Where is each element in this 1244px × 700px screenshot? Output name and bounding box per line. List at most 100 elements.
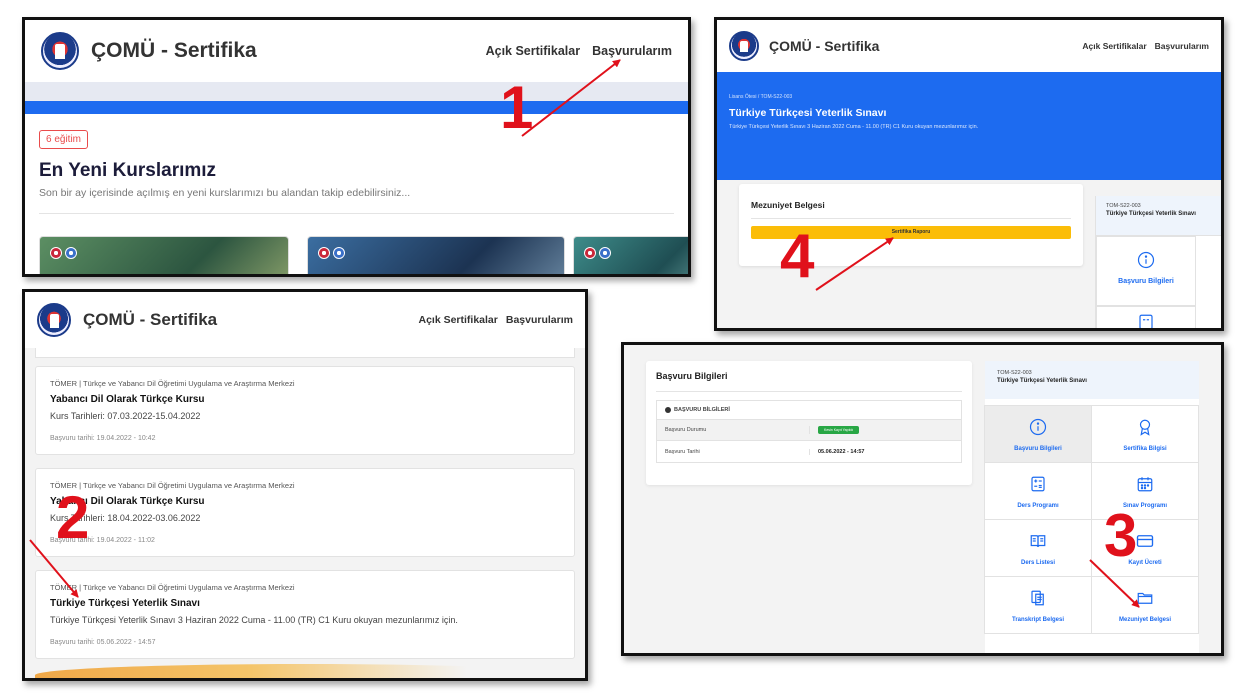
site-header: ÇOMÜ - Sertifika Açık Sertifikalar Başvu… — [25, 292, 585, 348]
hero-title: Türkiye Türkçesi Yeterlik Sınavı — [729, 107, 887, 119]
panel-my-applications: ÇOMÜ - Sertifika Açık Sertifikalar Başvu… — [22, 289, 588, 681]
tile-label: Sertifika Bilgisi — [1123, 446, 1167, 452]
course-title: Türkiye Türkçesi Yeterlik Sınavı — [1106, 211, 1196, 217]
application-info-card: Başvuru Bilgileri BAŞVURU BİLGİLERİ Başv… — [646, 361, 972, 485]
tile-application-info[interactable]: Başvuru Bilgileri — [1096, 236, 1196, 306]
logo-icon — [599, 247, 611, 259]
previous-card-edge — [35, 348, 575, 358]
row-value: 05.06.2022 - 14:57 — [809, 448, 961, 455]
tile-label: Ders Programı — [1017, 503, 1059, 509]
site-header: ÇOMÜ - Sertifika Açık Sertifikalar Başvu… — [717, 20, 1221, 72]
tile-graduation-certificate[interactable]: Mezuniyet Belgesi — [1091, 576, 1199, 634]
application-title: Yabancı Dil Olarak Türkçe Kursu — [50, 496, 205, 507]
panel-application-details: Başvuru Bilgileri BAŞVURU BİLGİLERİ Başv… — [621, 342, 1224, 656]
course-hero: Lisans Ötesi / TOM-S22-003 Türkiye Türkç… — [717, 72, 1221, 180]
top-nav: Açık Sertifikalar Başvurularım — [418, 314, 573, 326]
course-card[interactable] — [39, 236, 289, 274]
application-dates: Kurs Tarihleri: 07.03.2022-15.04.2022 — [50, 411, 201, 421]
table-row: Başvuru Durumu Kesin Kayıt Yapıldı — [657, 420, 961, 441]
step-number-4: 4 — [780, 222, 815, 291]
tile-course-list[interactable]: Ders Listesi — [984, 519, 1092, 577]
tile-course-schedule[interactable]: Ders Programı — [984, 462, 1092, 520]
decorative-footer-wave — [35, 664, 575, 678]
nav-my-applications[interactable]: Başvurularım — [506, 314, 573, 326]
application-dates: Türkiye Türkçesi Yeterlik Sınavı 3 Hazir… — [50, 615, 458, 625]
university-logo-icon — [37, 303, 71, 337]
row-value: Kesin Kayıt Yapıldı — [809, 426, 961, 434]
course-card[interactable] — [573, 236, 688, 274]
course-menu: TOM-S22-003 Türkiye Türkçesi Yeterlik Sı… — [984, 361, 1199, 653]
table-header-label: BAŞVURU BİLGİLERİ — [674, 407, 730, 413]
calendar-icon — [1136, 475, 1154, 493]
brand-title: ÇOMÜ - Sertifika — [91, 39, 257, 62]
tile-transcript[interactable]: Transkript Belgesi — [984, 576, 1092, 634]
application-card[interactable]: TÖMER | Türkçe ve Yabancı Dil Öğretimi U… — [35, 570, 575, 659]
nav-my-applications[interactable]: Başvurularım — [592, 44, 672, 58]
panel-homepage: ÇOMÜ - Sertifika Açık Sertifikalar Başvu… — [22, 17, 691, 277]
table-header: BAŞVURU BİLGİLERİ — [657, 401, 961, 420]
row-label: Başvuru Tarihi — [665, 448, 700, 455]
tile-certificate-info[interactable] — [1096, 306, 1196, 328]
nav-my-applications[interactable]: Başvurularım — [1155, 41, 1209, 51]
application-title: Türkiye Türkçesi Yeterlik Sınavı — [50, 598, 200, 609]
section-heading: En Yeni Kurslarımız — [39, 160, 217, 181]
application-date: Başvuru tarihi: 19.04.2022 - 10:42 — [50, 435, 156, 442]
brand-title: ÇOMÜ - Sertifika — [769, 38, 880, 54]
sidebar-course-header: TOM-S22-003 Türkiye Türkçesi Yeterlik Sı… — [985, 361, 1199, 399]
application-org: TÖMER | Türkçe ve Yabancı Dil Öğretimi U… — [50, 379, 295, 388]
course-count-badge: 6 eğitim — [39, 130, 89, 149]
folder-icon — [1136, 589, 1154, 607]
book-icon — [1029, 532, 1047, 550]
brand-title: ÇOMÜ - Sertifika — [83, 310, 218, 329]
logo-icon — [584, 247, 596, 259]
tile-label: Transkript Belgesi — [1011, 617, 1065, 623]
breadcrumb: Lisans Ötesi / TOM-S22-003 — [729, 94, 793, 100]
card-title: Mezuniyet Belgesi — [751, 200, 1071, 219]
award-icon — [1136, 418, 1154, 436]
course-sidebar: TOM-S22-003 Türkiye Türkçesi Yeterlik Sı… — [1095, 196, 1221, 328]
application-org: TÖMER | Türkçe ve Yabancı Dil Öğretimi U… — [50, 481, 295, 490]
hero-band — [25, 82, 688, 114]
step-number-2: 2 — [56, 484, 90, 551]
tile-label: Başvuru Bilgileri — [1118, 278, 1174, 285]
step-number-3: 3 — [1104, 502, 1138, 569]
university-logo-icon — [729, 31, 759, 61]
card-icon — [1136, 532, 1154, 550]
calculator-icon — [1029, 475, 1047, 493]
section-subheading: Son bir ay içerisinde açılmış en yeni ku… — [39, 187, 411, 199]
info-icon — [1137, 251, 1155, 269]
site-header: ÇOMÜ - Sertifika Açık Sertifikalar Başvu… — [25, 20, 688, 82]
course-code: TOM-S22-003 — [1106, 203, 1141, 209]
course-title: Türkiye Türkçesi Yeterlik Sınavı — [997, 378, 1087, 384]
tile-application-info[interactable]: Başvuru Bilgileri — [984, 405, 1092, 463]
application-title: Yabancı Dil Olarak Türkçe Kursu — [50, 394, 205, 405]
course-code: TOM-S22-003 — [997, 370, 1032, 376]
info-icon — [1029, 418, 1047, 436]
step-number-1: 1 — [500, 74, 534, 141]
logo-icon — [318, 247, 330, 259]
tile-label: Mezuniyet Belgesi — [1118, 617, 1171, 623]
logo-icon — [65, 247, 77, 259]
tile-certificate-info[interactable]: Sertifika Bilgisi — [1091, 405, 1199, 463]
info-icon — [665, 407, 671, 413]
logo-icon — [333, 247, 345, 259]
row-label: Başvuru Durumu — [665, 427, 707, 433]
nav-open-certificates[interactable]: Açık Sertifikalar — [1082, 41, 1146, 51]
university-logo-icon — [41, 32, 79, 70]
application-info-table: BAŞVURU BİLGİLERİ Başvuru Durumu Kesin K… — [656, 400, 962, 463]
calculator-icon — [1137, 313, 1155, 328]
nav-open-certificates[interactable]: Açık Sertifikalar — [418, 314, 497, 326]
card-title: Başvuru Bilgileri — [656, 371, 962, 392]
documents-icon — [1029, 589, 1047, 607]
application-date: Başvuru tarihi: 05.06.2022 - 14:57 — [50, 639, 156, 646]
top-nav: Açık Sertifikalar Başvurularım — [1082, 41, 1209, 51]
application-card[interactable]: TÖMER | Türkçe ve Yabancı Dil Öğretimi U… — [35, 468, 575, 557]
tutorial-collage: ÇOMÜ - Sertifika Açık Sertifikalar Başvu… — [0, 0, 1244, 700]
tile-label: Ders Listesi — [1020, 560, 1056, 566]
course-card[interactable] — [307, 236, 565, 274]
application-card[interactable]: TÖMER | Türkçe ve Yabancı Dil Öğretimi U… — [35, 366, 575, 455]
table-row: Başvuru Tarihi 05.06.2022 - 14:57 — [657, 441, 961, 462]
tile-label: Başvuru Bilgileri — [1014, 446, 1062, 452]
nav-open-certificates[interactable]: Açık Sertifikalar — [486, 44, 581, 58]
top-nav: Açık Sertifikalar Başvurularım — [486, 44, 672, 58]
